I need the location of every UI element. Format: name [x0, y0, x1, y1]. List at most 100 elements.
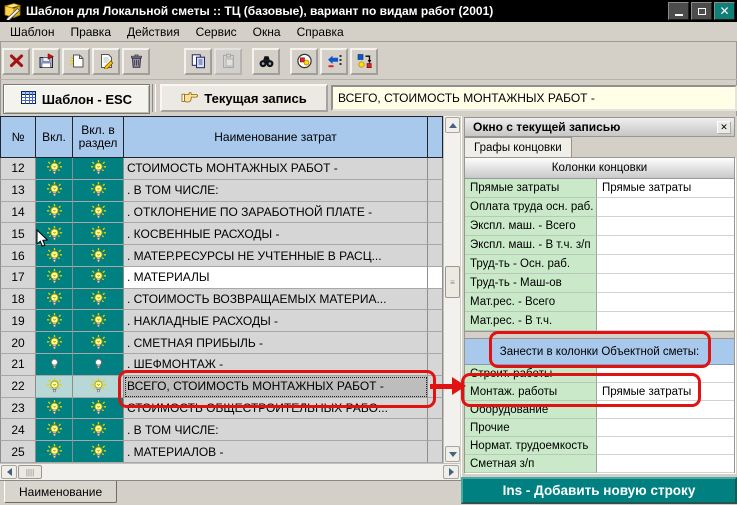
ending-column-row[interactable]: Мат.рес. - Всего	[465, 293, 734, 312]
column-header-name[interactable]: Наименование затрат	[124, 116, 428, 158]
row-name-cell[interactable]: . МАТЕР.РЕСУРСЫ НЕ УЧТЕННЫЕ В РАСЦ...	[124, 245, 428, 267]
table-row[interactable]: 13. В ТОМ ЧИСЛЕ:	[0, 180, 443, 202]
column-value[interactable]	[597, 455, 734, 473]
row-section-enabled-cell[interactable]	[73, 354, 124, 376]
row-section-enabled-cell[interactable]	[73, 398, 124, 420]
row-enabled-cell[interactable]	[36, 158, 73, 180]
row-name-cell[interactable]: . СМЕТНАЯ ПРИБЫЛЬ -	[124, 332, 428, 354]
column-value[interactable]	[597, 365, 734, 383]
close-button[interactable]: ✕	[714, 2, 735, 20]
diagram-button[interactable]	[290, 48, 318, 75]
menu-item-5[interactable]: Справка	[289, 23, 352, 41]
row-enabled-cell[interactable]	[36, 202, 73, 224]
table-row[interactable]: 15. КОСВЕННЫЕ РАСХОДЫ -	[0, 223, 443, 245]
row-name-cell[interactable]: . СТОИМОСТЬ ВОЗВРАЩАЕМЫХ МАТЕРИА...	[124, 289, 428, 311]
table-row[interactable]: 14. ОТКЛОНЕНИЕ ПО ЗАРАБОТНОЙ ПЛАТЕ -	[0, 202, 443, 224]
column-value[interactable]	[597, 217, 734, 236]
row-name-cell[interactable]: ВСЕГО, СТОИМОСТЬ МОНТАЖНЫХ РАБОТ -	[124, 376, 428, 398]
table-row[interactable]: 24. В ТОМ ЧИСЛЕ:	[0, 419, 443, 441]
scroll-right-button[interactable]	[443, 465, 459, 479]
edit-document-button[interactable]	[92, 48, 120, 75]
row-name-cell[interactable]: СТОИМОСТЬ МОНТАЖНЫХ РАБОТ -	[124, 158, 428, 180]
column-value[interactable]	[597, 401, 734, 419]
row-name-cell[interactable]: . МАТЕРИАЛЫ	[124, 267, 428, 289]
row-enabled-cell[interactable]	[36, 267, 73, 289]
delete-record-button[interactable]	[2, 48, 30, 75]
row-enabled-cell[interactable]	[36, 441, 73, 463]
column-header-enabled[interactable]: Вкл.	[36, 116, 73, 158]
column-value[interactable]	[597, 255, 734, 274]
row-name-cell[interactable]: . КОСВЕННЫЕ РАСХОДЫ -	[124, 223, 428, 245]
template-esc-button[interactable]: Шаблон - ESC	[3, 84, 150, 114]
row-name-cell[interactable]: . ШЕФМОНТАЖ -	[124, 354, 428, 376]
row-section-enabled-cell[interactable]	[73, 419, 124, 441]
column-value[interactable]	[597, 312, 734, 331]
ending-column-row[interactable]: Труд-ть - Осн. раб.	[465, 255, 734, 274]
menu-item-1[interactable]: Правка	[62, 23, 119, 41]
column-value[interactable]: Прямые затраты	[597, 179, 734, 198]
maximize-button[interactable]	[691, 2, 712, 20]
row-enabled-cell[interactable]	[36, 419, 73, 441]
table-row[interactable]: 12СТОИМОСТЬ МОНТАЖНЫХ РАБОТ -	[0, 158, 443, 180]
row-name-cell[interactable]: . МАТЕРИАЛОВ -	[124, 441, 428, 463]
vertical-scroll-thumb[interactable]: ≡	[445, 266, 460, 298]
object-column-row[interactable]: Строит. работы	[465, 365, 734, 383]
object-column-row[interactable]: Прочие	[465, 419, 734, 437]
table-row[interactable]: 23СТОИМОСТЬ ОБЩЕСТРОИТЕЛЬНЫХ РАБО...	[0, 398, 443, 420]
panel-close-button[interactable]: ✕	[717, 121, 731, 134]
ending-column-row[interactable]: Мат.рес. - В т.ч.	[465, 312, 734, 331]
menu-item-4[interactable]: Окна	[245, 23, 289, 41]
row-section-enabled-cell[interactable]	[73, 332, 124, 354]
vertical-scrollbar[interactable]: ≡	[443, 116, 460, 463]
row-section-enabled-cell[interactable]	[73, 310, 124, 332]
row-name-cell[interactable]: . В ТОМ ЧИСЛЕ:	[124, 180, 428, 202]
column-value[interactable]	[597, 274, 734, 293]
row-name-cell[interactable]: . НАКЛАДНЫЕ РАСХОДЫ -	[124, 310, 428, 332]
row-enabled-cell[interactable]	[36, 289, 73, 311]
ending-column-row[interactable]: Экспл. маш. - Всего	[465, 217, 734, 236]
row-section-enabled-cell[interactable]	[73, 441, 124, 463]
row-enabled-cell[interactable]	[36, 245, 73, 267]
menu-item-3[interactable]: Сервис	[188, 23, 245, 41]
table-row[interactable]: 22ВСЕГО, СТОИМОСТЬ МОНТАЖНЫХ РАБОТ -	[0, 376, 443, 398]
table-row[interactable]: 18. СТОИМОСТЬ ВОЗВРАЩАЕМЫХ МАТЕРИА...	[0, 289, 443, 311]
current-record-field[interactable]: ВСЕГО, СТОИМОСТЬ МОНТАЖНЫХ РАБОТ -	[331, 85, 737, 111]
table-row[interactable]: 19. НАКЛАДНЫЕ РАСХОДЫ -	[0, 310, 443, 332]
object-column-row[interactable]: Монтаж. работыПрямые затраты	[465, 383, 734, 401]
ending-column-row[interactable]: Оплата труда осн. раб.	[465, 198, 734, 217]
delete-row-button[interactable]	[122, 48, 150, 75]
column-header-number[interactable]: №	[0, 116, 36, 158]
row-enabled-cell[interactable]	[36, 376, 73, 398]
row-section-enabled-cell[interactable]	[73, 158, 124, 180]
row-name-cell[interactable]: СТОИМОСТЬ ОБЩЕСТРОИТЕЛЬНЫХ РАБО...	[124, 398, 428, 420]
horizontal-scrollbar[interactable]: ||||	[0, 463, 460, 480]
column-value[interactable]	[597, 236, 734, 255]
row-section-enabled-cell[interactable]	[73, 223, 124, 245]
row-name-cell[interactable]: . В ТОМ ЧИСЛЕ:	[124, 419, 428, 441]
tab-naimenovanie[interactable]: Наименование	[4, 481, 117, 503]
object-column-row[interactable]: Сметная з/п	[465, 455, 734, 473]
tab-grafy-koncovki[interactable]: Графы концовки	[464, 137, 572, 157]
horizontal-scroll-thumb[interactable]: ||||	[18, 465, 42, 479]
row-enabled-cell[interactable]	[36, 223, 73, 245]
ending-column-row[interactable]: Экспл. маш. - В т.ч. з/п	[465, 236, 734, 255]
row-section-enabled-cell[interactable]	[73, 267, 124, 289]
row-section-enabled-cell[interactable]	[73, 202, 124, 224]
find-button[interactable]	[252, 48, 280, 75]
save-record-button[interactable]	[32, 48, 60, 75]
column-header-section-enabled[interactable]: Вкл. в раздел	[73, 116, 124, 158]
row-name-cell[interactable]: . ОТКЛОНЕНИЕ ПО ЗАРАБОТНОЙ ПЛАТЕ -	[124, 202, 428, 224]
object-column-row[interactable]: Оборудование	[465, 401, 734, 419]
row-enabled-cell[interactable]	[36, 332, 73, 354]
menu-item-0[interactable]: Шаблон	[2, 23, 62, 41]
column-value[interactable]	[597, 198, 734, 217]
transfer-button[interactable]	[350, 48, 378, 75]
row-section-enabled-cell[interactable]	[73, 245, 124, 267]
table-row[interactable]: 20. СМЕТНАЯ ПРИБЫЛЬ -	[0, 332, 443, 354]
ending-column-row[interactable]: Прямые затратыПрямые затраты	[465, 179, 734, 198]
row-enabled-cell[interactable]	[36, 180, 73, 202]
table-row[interactable]: 17. МАТЕРИАЛЫ	[0, 267, 443, 289]
scroll-up-button[interactable]	[445, 117, 460, 133]
scroll-down-button[interactable]	[445, 446, 460, 462]
minimize-button[interactable]	[668, 2, 689, 20]
